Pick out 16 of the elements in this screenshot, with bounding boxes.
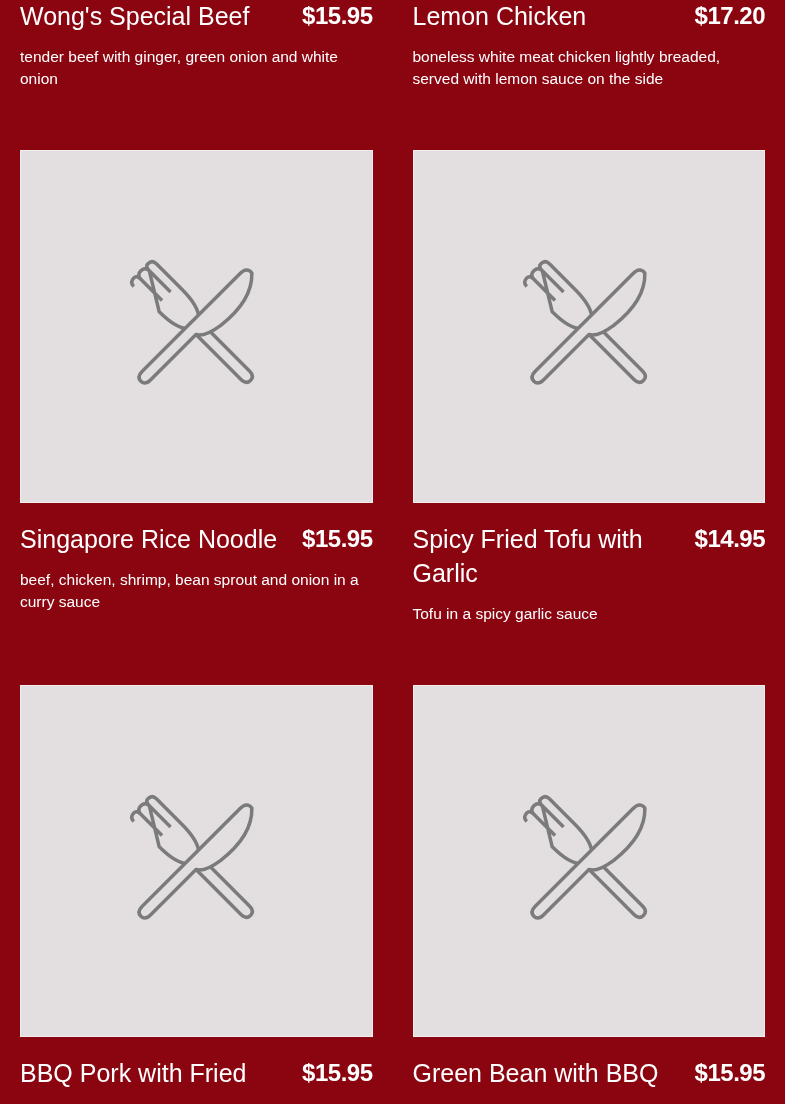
dish-name: BBQ Pork with Fried — [20, 1058, 248, 1089]
dish-price: $15.95 — [694, 1058, 765, 1088]
dish-price: $15.95 — [302, 1058, 373, 1088]
dish-price: $17.20 — [694, 1, 765, 31]
dish-name: Singapore Rice Noodle — [20, 523, 279, 555]
dish-price: $14.95 — [694, 523, 765, 554]
dish-name: Spicy Fried Tofu with Garlic — [412, 523, 644, 589]
dish-description: tender beef with ginger, green onion and white onion — [20, 47, 339, 89]
dish-description: Tofu in a spicy garlic sauce — [412, 603, 599, 624]
dish-description: beef, chicken, shrimp, bean sprout and onion in a curry sauce — [20, 569, 360, 612]
dish-name: Green Bean with BBQ — [412, 1058, 660, 1089]
dish-name: Lemon Chicken — [412, 1, 588, 32]
dish-price: $15.95 — [302, 1, 373, 31]
dish-description: boneless white meat chicken lightly breaded, served with lemon sauce on the side — [412, 47, 722, 89]
dish-name: Wong's Special Beef — [20, 1, 251, 32]
dish-price: $15.95 — [302, 523, 373, 554]
